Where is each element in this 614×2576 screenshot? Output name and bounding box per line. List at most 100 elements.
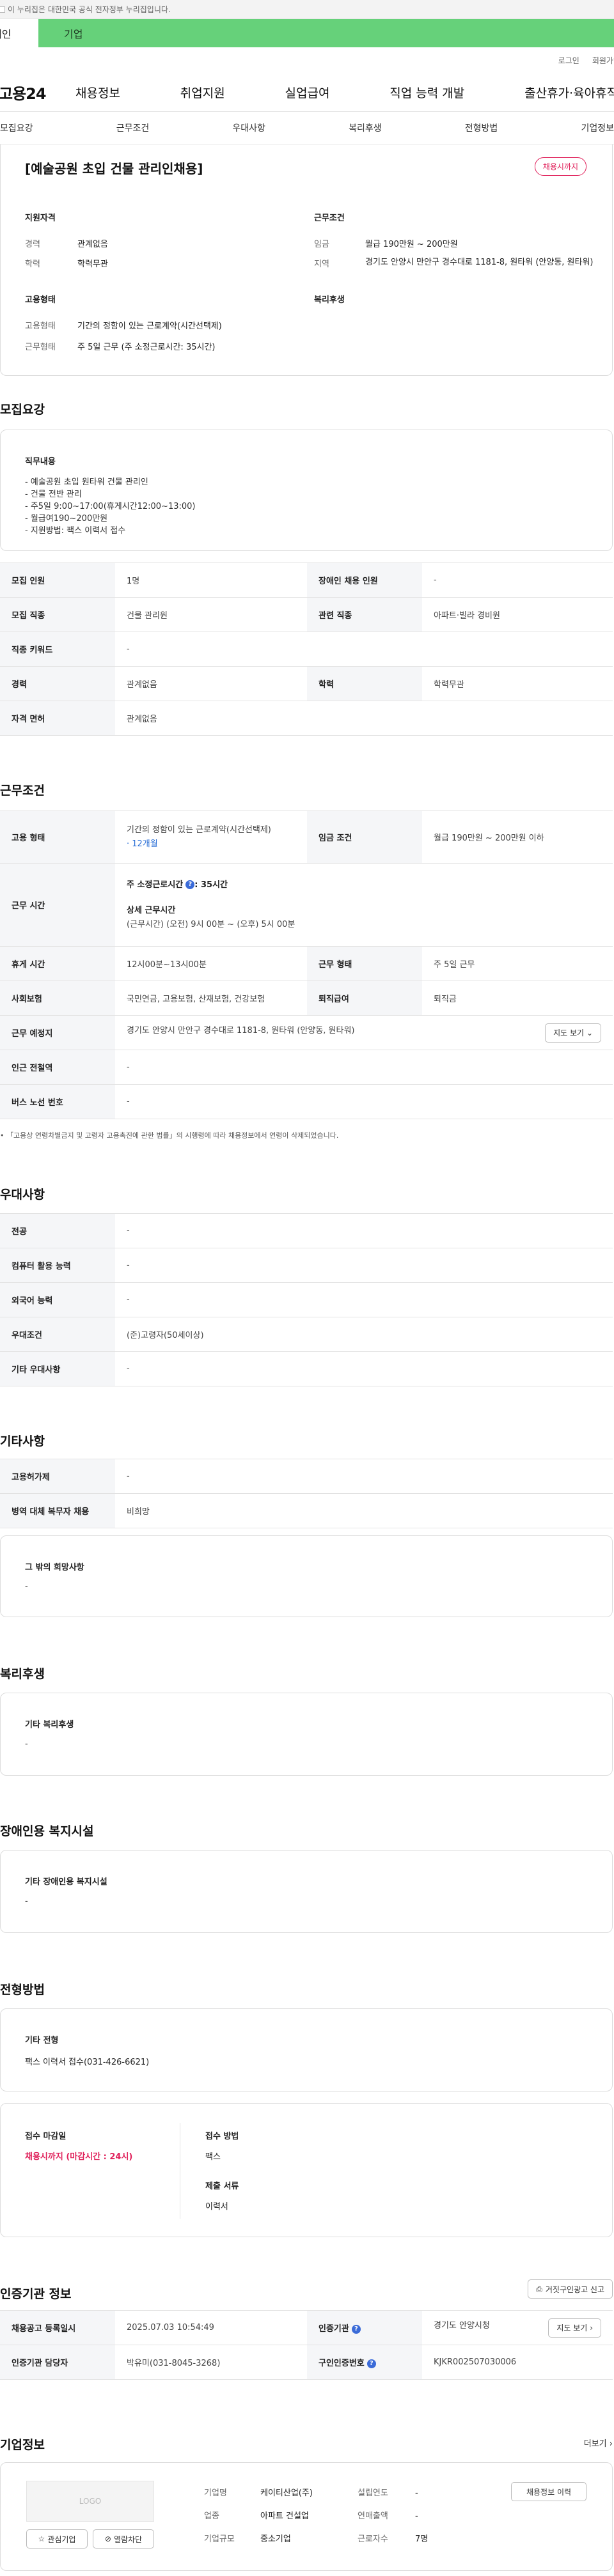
selection-box-title: 기타 전형 [25,2036,59,2045]
table-row: 자격 면허 관계없음 [0,701,613,736]
disability-box-title: 기타 장애인용 복지시설 [25,1877,107,1887]
table-header: 외국어 능력 [0,1282,115,1317]
deadline-title: 접수 마감일 [25,2132,67,2141]
work-place-value: 경기도 안양시 만안구 경수대로 1181-8, 원타워 (안양동, 원타워) [127,1025,355,1036]
gov-notice-text: 이 누리집은 대한민국 공식 전자정부 누리집입니다. [8,5,171,14]
tab-company[interactable]: 기업 [38,19,614,47]
table-row: 사회보험 국민연금, 고용보험, 산재보험, 건강보험 퇴직급여 퇴직금 [0,981,613,1016]
conditions-section-title: 근무조건 [0,784,45,798]
apply-card: 접수 마감일 채용시까지 (마감시간 : 24시) 접수 방법 팩스 제출 서류… [0,2103,613,2237]
duty-line: - 주5일 9:00~17:00(휴게시간12:00~13:00) [25,502,196,511]
table-row: 경력 관계없음 학력 학력무관 [0,666,613,701]
table-header: 기타 우대사항 [0,1351,115,1386]
signup-link[interactable]: 회원가입 [592,55,614,66]
menu-parental-leave[interactable]: 출산휴가·육아휴직 [524,84,614,101]
etc-section-title: 기타사항 [0,1434,45,1448]
section-nav-welfare[interactable]: 복리후생 [349,121,382,134]
duty-line: - 건물 전반 관리 [25,490,82,499]
table-row: 우대조건 (준)고령자(50세이상) [0,1317,613,1352]
qual-title: 지원자격 [25,213,56,223]
table-header: 구인인증번호? [307,2345,422,2380]
table-cell: 월급 190만원 ~ 200만원 이하 [422,811,613,864]
table-header: 근무 형태 [307,946,422,981]
bullet-icon: • [0,1131,4,1140]
welfare-box-value: - [25,1739,28,1749]
company-more-link[interactable]: 더보기 › [584,2437,613,2449]
global-nav: 고용24 채용정보 취업지원 실업급여 직업 능력 개발 출산휴가·육아휴직 [0,73,614,111]
etc-table: 고용허가제 - 병역 대체 복무자 채용 비희망 [0,1459,613,1528]
recruit-section-title: 모집요강 [0,403,45,417]
industry-label: 업종 [204,2511,219,2521]
table-cell: 관계없음 [115,666,307,701]
duty-line: - 예술공원 초입 원타워 건물 관리인 [25,477,148,487]
menu-vocational-training[interactable]: 직업 능력 개발 [390,84,464,101]
table-cell: - [115,1050,613,1085]
region-label: 지역 [314,260,329,269]
site-logo[interactable]: 고용24 [0,81,75,104]
selection-section-title: 전형방법 [0,1983,45,1997]
table-cell: - [115,1084,613,1119]
table-cell: - [115,1248,613,1283]
emp-type-label: 고용형태 [25,322,56,331]
table-cell: 주 소정근로시간?: 35시간 상세 근무시간 (근무시간) (오전) 9시 0… [115,863,613,947]
deadline-badge: 채용시까지 [534,157,586,176]
star-icon: ☆ [38,2534,45,2543]
table-row: 버스 노선 번호 - [0,1084,613,1119]
menu-job-info[interactable]: 채용정보 [75,84,120,101]
table-header: 임금 조건 [307,811,422,864]
section-nav-conditions[interactable]: 근무조건 [116,121,150,134]
table-cell: 주 5일 근무 [422,946,613,981]
emp-type-value: 기간의 정함이 있는 근로계약(시간선택제) [77,322,222,331]
table-cell: KJKR002507030006 [422,2345,613,2380]
edu-label: 학력 [25,260,40,269]
table-header: 휴게 시간 [0,946,115,981]
welfare-box-title: 기타 복리후생 [25,1720,74,1730]
emp-title: 고용형태 [25,295,56,305]
section-nav-prefer[interactable]: 우대사항 [232,121,265,134]
table-header: 인증기관 담당자 [0,2345,115,2380]
wage-label: 임금 [314,240,329,249]
prefer-table: 전공 - 컴퓨터 활용 능력 - 외국어 능력 - 우대조건 (준)고령자(50세이상)… [0,1213,613,1386]
section-nav-company[interactable]: 기업정보 [581,121,614,134]
duty-title: 직무내용 [25,457,56,467]
interest-company-button[interactable]: ☆ 관심기업 [26,2529,88,2549]
tab-person[interactable]: 개인 [0,19,38,47]
job-history-button[interactable]: 채용정보 이력 [511,2482,586,2501]
table-row: 휴게 시간 12시00분~13시00분 근무 형태 주 5일 근무 [0,946,613,981]
duty-card: 직무내용 - 예술공원 초입 원타워 건물 관리인 - 건물 전반 관리 - 주… [0,430,613,551]
table-cell: - [422,563,613,598]
welfare-section-title: 복리후생 [0,1667,45,1681]
table-header: 컴퓨터 활용 능력 [0,1248,115,1283]
table-cell: 학력무관 [422,666,613,701]
company-card: LOGO ☆ 관심기업 ⊘ 열람차단 기업명 케이티산업(주) 업종 아파트 건설업 기… [0,2462,613,2571]
block-view-button[interactable]: ⊘ 열람차단 [93,2529,154,2549]
map-view-button[interactable]: 지도 보기 ⌄ [545,1023,601,1043]
table-row: 기타 우대사항 - [0,1351,613,1386]
table-header: 경력 [0,666,115,701]
section-nav-recruit[interactable]: 모집요강 [0,121,33,134]
menu-unemployment-benefit[interactable]: 실업급여 [285,84,330,101]
gov-notice-bar: 이 누리집은 대한민국 공식 전자정부 누리집입니다. [0,0,614,19]
table-row: 채용공고 등록일시 2025.07.03 10:54:49 인증기관? 경기도 … [0,2310,613,2345]
table-cell: 경기도 안양시 만안구 경수대로 1181-8, 원타워 (안양동, 원타워) … [115,1015,613,1050]
table-cell: 퇴직금 [422,981,613,1016]
agency-section-title: 인증기관 정보 [0,2287,72,2301]
emp-period: · 12개월 [127,839,158,849]
agency-table: 채용공고 등록일시 2025.07.03 10:54:49 인증기관? 경기도 … [0,2310,613,2380]
table-header: 학력 [307,666,422,701]
help-icon[interactable]: ? [366,2359,376,2368]
login-link[interactable]: 로그인 [558,55,579,66]
welfare-card: 기타 복리후생 - [0,1693,613,1776]
report-fake-ad-button[interactable]: ⎙ 거짓구인광고 신고 [528,2279,613,2299]
table-cell: 건물 관리원 [115,597,307,632]
cond-title: 근무조건 [314,213,345,223]
agency-map-button[interactable]: 지도 보기 › [548,2318,601,2338]
help-icon[interactable]: ? [351,2324,361,2334]
menu-employment-support[interactable]: 취업지원 [180,84,225,101]
duty-line: - 월급여190~200만원 [25,514,108,524]
table-row: 모집 인원 1명 장애인 채용 인원 - [0,563,613,598]
section-nav-selection[interactable]: 전형방법 [465,121,498,134]
table-header: 버스 노선 번호 [0,1084,115,1119]
company-section-title: 기업정보 [0,2438,45,2452]
help-icon[interactable]: ? [185,880,195,889]
